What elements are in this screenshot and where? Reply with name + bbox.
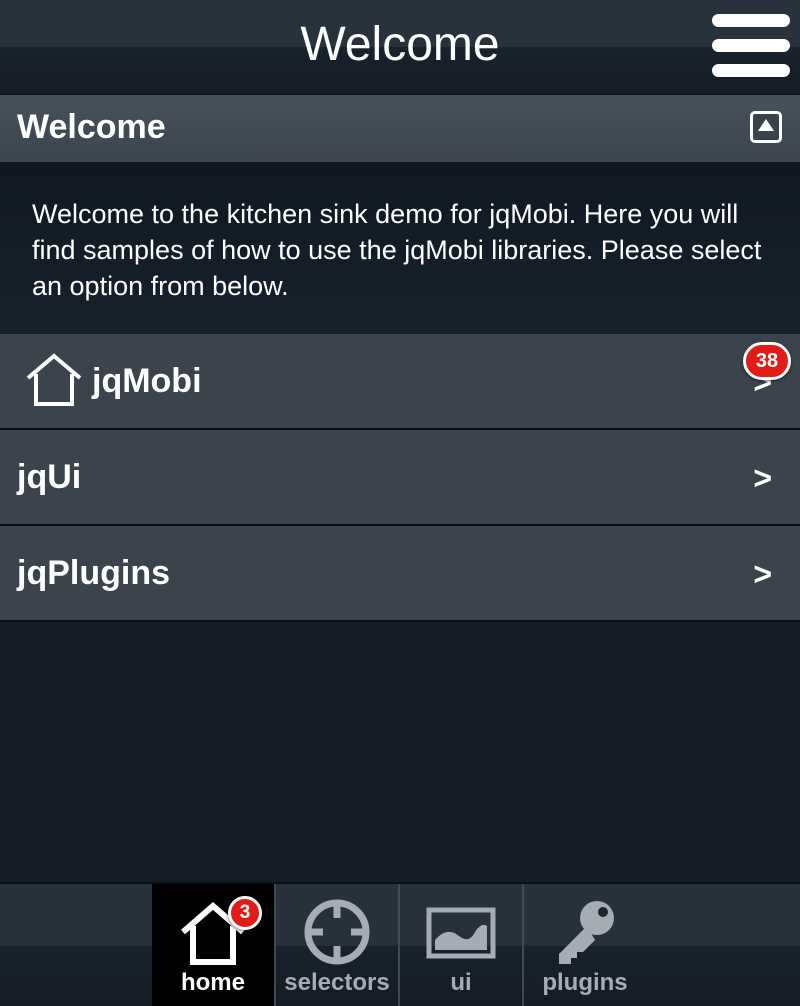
notification-badge: 3 <box>228 896 262 930</box>
key-icon <box>559 901 614 964</box>
chevron-right-icon: > <box>753 556 772 592</box>
list-item-jqui[interactable]: jqUi > <box>0 430 800 526</box>
list-item-label: jqMobi <box>92 362 202 400</box>
tab-label: plugins <box>542 969 628 996</box>
page-title: Welcome <box>300 18 500 71</box>
section-title: Welcome <box>17 108 166 146</box>
section-content: Welcome to the kitchen sink demo for jqM… <box>0 162 800 334</box>
home-icon <box>26 353 82 406</box>
chevron-right-icon: > <box>753 460 772 496</box>
tab-label: selectors <box>284 969 390 996</box>
tab-ui[interactable]: ui <box>400 884 522 1006</box>
crosshair-icon <box>304 899 370 965</box>
header-bar: Welcome <box>0 0 800 95</box>
list-item-jqplugins[interactable]: jqPlugins > <box>0 526 800 622</box>
list-item-jqmobi[interactable]: jqMobi > <box>0 334 800 430</box>
section-header[interactable]: Welcome <box>0 95 800 162</box>
menu-button[interactable] <box>712 14 790 78</box>
image-icon <box>426 907 496 959</box>
tab-selectors[interactable]: selectors <box>276 884 398 1006</box>
notification-badge: 38 <box>743 342 791 380</box>
tab-label: home <box>180 969 245 996</box>
collapse-arrow-icon <box>758 119 774 131</box>
tab-home[interactable]: 3 home <box>152 884 274 1006</box>
tab-label: ui <box>450 969 472 996</box>
collapse-button[interactable] <box>750 111 782 143</box>
tab-plugins[interactable]: plugins <box>524 884 646 1006</box>
list-item-label: jqUi <box>17 458 82 496</box>
welcome-text: Welcome to the kitchen sink demo for jqM… <box>32 199 762 301</box>
bottom-nav: 3 home selectors ui plugins <box>0 882 800 1006</box>
list-item-label: jqPlugins <box>17 554 170 592</box>
